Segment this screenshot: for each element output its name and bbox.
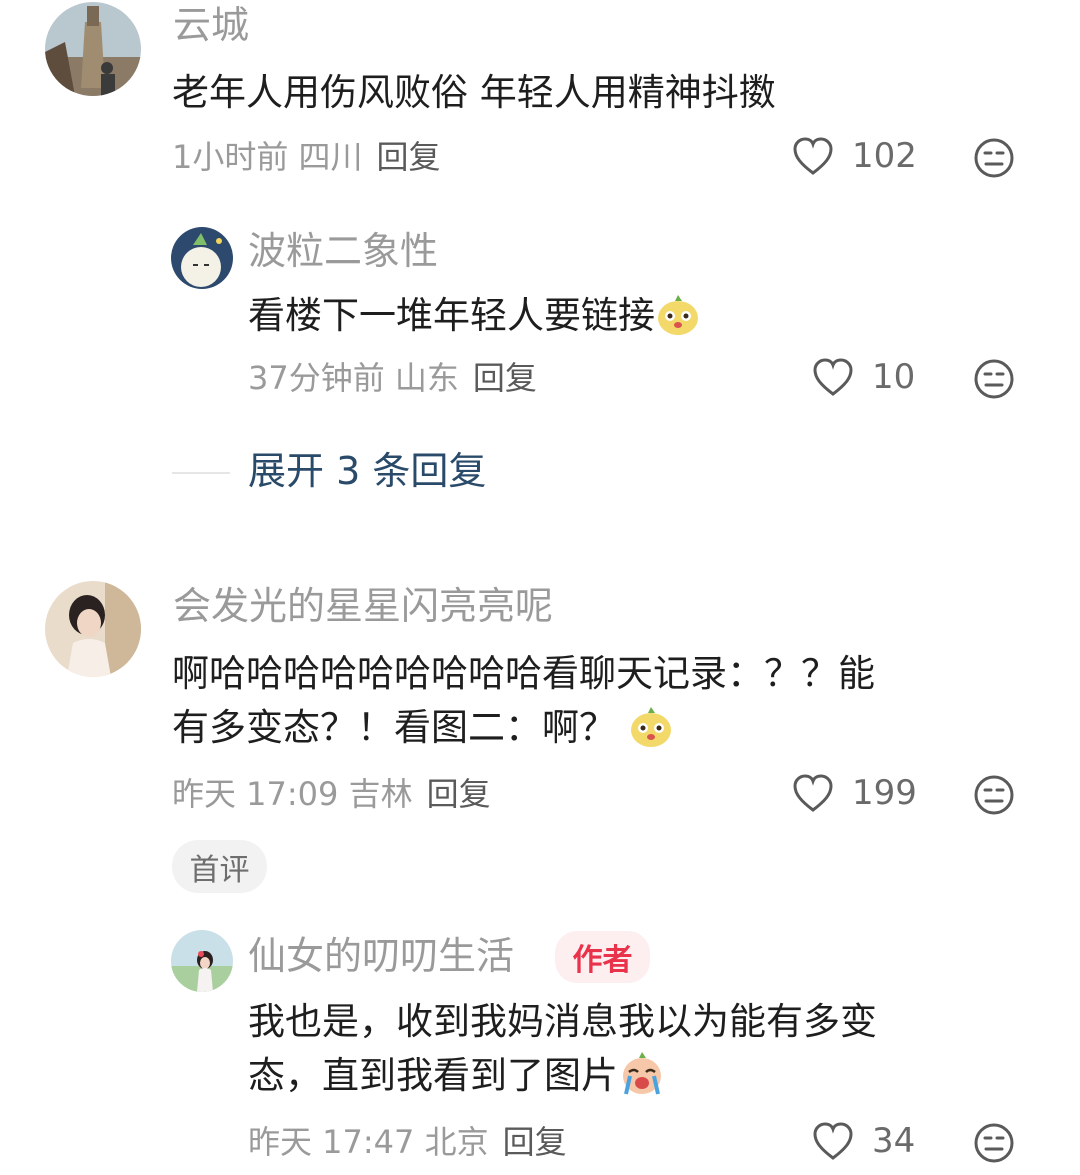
crying-emoji-icon xyxy=(618,1050,666,1113)
expand-replies-button[interactable]: 展开 3 条回复 xyxy=(248,452,486,490)
like-button[interactable]: 34 xyxy=(812,1121,915,1161)
meh-face-icon xyxy=(974,359,1014,399)
like-count: 34 xyxy=(872,1121,916,1161)
reply-text: 看楼下一堆年轻人要链接 xyxy=(248,289,701,353)
reply-text-line2-body: 态，直到我看到了图片 xyxy=(248,1054,618,1097)
like-button[interactable]: 102 xyxy=(792,136,917,176)
heart-outline-icon xyxy=(813,358,853,396)
expand-divider xyxy=(172,472,230,474)
reply-text-body: 看楼下一堆年轻人要链接 xyxy=(248,294,655,337)
dislike-button[interactable] xyxy=(973,137,1015,183)
like-count: 102 xyxy=(852,136,917,176)
avatar-xiannv[interactable] xyxy=(171,930,233,992)
like-count: 10 xyxy=(872,357,916,397)
heart-outline-icon xyxy=(793,774,833,812)
comment-username[interactable]: 云城 xyxy=(173,6,249,44)
author-badge: 作者 xyxy=(555,931,650,983)
dislike-button[interactable] xyxy=(973,358,1015,404)
reply-meta: 昨天 17:47 北京 回复 xyxy=(248,1126,567,1158)
comment-meta: 1小时前 四川 回复 xyxy=(172,141,441,173)
comment-text-line1: 啊哈哈哈哈哈哈哈哈哈看聊天记录：？？能 xyxy=(172,652,875,695)
meh-face-icon xyxy=(974,1123,1014,1163)
mascot-emoji-icon xyxy=(655,292,701,353)
reply-button[interactable]: 回复 xyxy=(473,359,537,397)
comment-text-line2: 有多变态？！看图二：啊？ xyxy=(172,701,875,765)
reply-meta: 37分钟前 山东 回复 xyxy=(248,362,537,394)
like-button[interactable]: 10 xyxy=(812,357,915,397)
comment-text: 老年人用伤风败俗 年轻人用精神抖擞 xyxy=(172,71,776,114)
comment-text: 啊哈哈哈哈哈哈哈哈哈看聊天记录：？？能 有多变态？！看图二：啊？ xyxy=(172,647,875,765)
comment-meta: 昨天 17:09 吉林 回复 xyxy=(172,778,491,810)
reply-time-location: 昨天 17:47 北京 xyxy=(248,1123,489,1161)
heart-outline-icon xyxy=(813,1122,853,1160)
dislike-button[interactable] xyxy=(973,1122,1015,1168)
mascot-emoji-icon xyxy=(628,704,674,765)
like-button[interactable]: 199 xyxy=(792,773,917,813)
dislike-button[interactable] xyxy=(973,774,1015,820)
reply-text-line2: 态，直到我看到了图片 xyxy=(248,1049,877,1113)
reply-button[interactable]: 回复 xyxy=(427,775,491,813)
heart-outline-icon xyxy=(793,137,833,175)
comment-text-line2-body: 有多变态？！看图二：啊？ xyxy=(172,706,616,749)
avatar-boli[interactable] xyxy=(171,227,233,289)
reply-button[interactable]: 回复 xyxy=(377,138,441,176)
reply-button[interactable]: 回复 xyxy=(503,1123,567,1161)
avatar-yuncheng[interactable] xyxy=(45,2,141,96)
avatar-xingxing[interactable] xyxy=(45,581,141,677)
comment-username[interactable]: 会发光的星星闪亮亮呢 xyxy=(173,587,553,625)
like-count: 199 xyxy=(852,773,917,813)
comment-time-location: 昨天 17:09 吉林 xyxy=(172,775,413,813)
meh-face-icon xyxy=(974,138,1014,178)
first-comment-tag: 首评 xyxy=(172,840,267,893)
reply-username[interactable]: 仙女的叨叨生活 xyxy=(248,937,514,975)
reply-text: 我也是，收到我妈消息我以为能有多变 态，直到我看到了图片 xyxy=(248,995,877,1113)
reply-username[interactable]: 波粒二象性 xyxy=(248,232,438,270)
comment-time-location: 1小时前 四川 xyxy=(172,138,363,176)
meh-face-icon xyxy=(974,775,1014,815)
reply-time-location: 37分钟前 山东 xyxy=(248,359,459,397)
reply-text-line1: 我也是，收到我妈消息我以为能有多变 xyxy=(248,1000,877,1043)
